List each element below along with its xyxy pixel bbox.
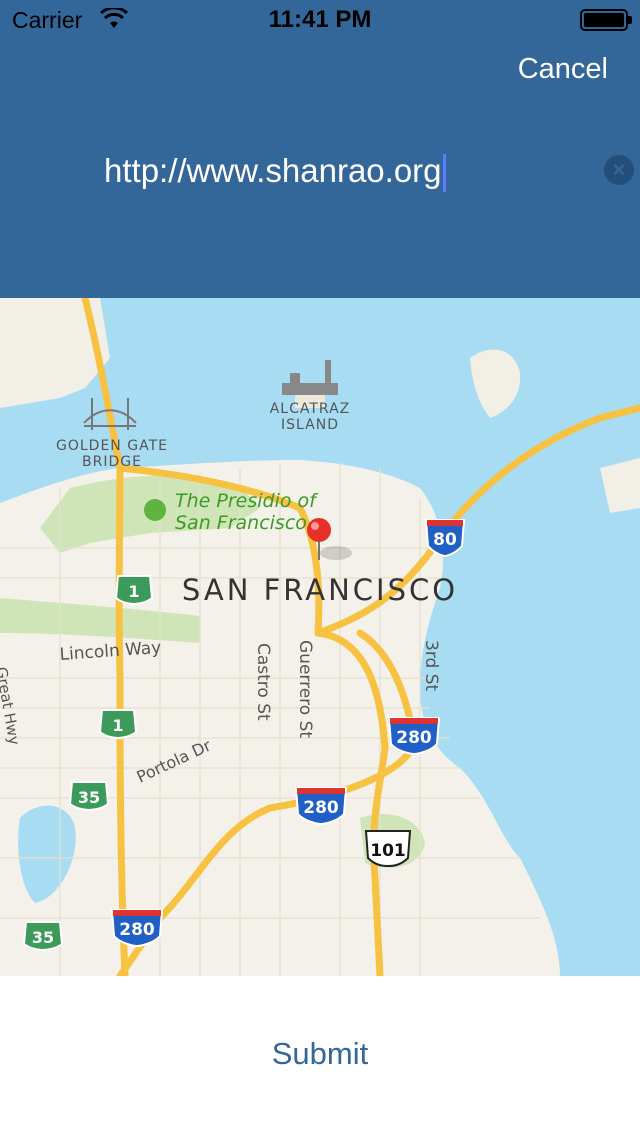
map-view[interactable]: GOLDEN GATE BRIDGE ALCATRAZ ISLAND The P… [0, 298, 640, 976]
shield-i80-label: 80 [433, 530, 457, 550]
east-bay [600, 458, 640, 513]
castro-st-label: Castro St [253, 643, 273, 721]
status-time: 11:41 PM [268, 6, 372, 33]
alcatraz-label-2: ISLAND [281, 417, 339, 433]
shield-ca35-b-label: 35 [32, 928, 54, 947]
third-st-label: 3rd St [421, 640, 441, 691]
shield-ca1-b: 1 [98, 709, 138, 740]
alcatraz-label-1: ALCATRAZ [270, 401, 351, 417]
shield-i280-c-label: 280 [119, 920, 155, 940]
shield-ca35-b: 35 [22, 921, 64, 952]
url-input[interactable]: http://www.shanrao.org [104, 148, 504, 194]
text-caret [442, 154, 446, 193]
treasure-island [470, 349, 521, 418]
shield-ca35-a-label: 35 [78, 788, 100, 807]
alcatraz-icon [282, 360, 338, 395]
marin-headlands [0, 298, 110, 408]
shield-ca1-b-label: 1 [112, 716, 123, 735]
park-tree-icon [144, 499, 166, 521]
url-input-value: http://www.shanrao.org [104, 152, 442, 189]
shield-i280-c: 280 [110, 909, 164, 948]
city-label: SAN FRANCISCO [182, 573, 458, 607]
shield-ca35-a: 35 [68, 781, 110, 812]
map-canvas: GOLDEN GATE BRIDGE ALCATRAZ ISLAND The P… [0, 298, 640, 976]
shield-i280-a-label: 280 [396, 728, 432, 748]
shield-us101: 101 [364, 830, 412, 868]
clear-text-icon[interactable]: × [604, 155, 634, 185]
shield-ca1-a-label: 1 [128, 582, 139, 601]
shield-ca1-a: 1 [114, 575, 154, 606]
status-bar: Carrier 11:41 PM [0, 0, 640, 40]
golden-gate-label-1: GOLDEN GATE [56, 438, 168, 454]
header-bar: Carrier 11:41 PM Cancel http://www.shanr… [0, 0, 640, 298]
battery-icon [580, 9, 632, 31]
presidio-label-1: The Presidio of [175, 490, 319, 512]
shield-i280-a: 280 [387, 717, 441, 756]
shield-i280-b: 280 [294, 787, 348, 826]
cancel-button[interactable]: Cancel [518, 53, 608, 86]
shield-us101-label: 101 [370, 841, 406, 861]
submit-button[interactable]: Submit [0, 1036, 640, 1072]
presidio-label-2: San Francisco [175, 512, 307, 534]
guerrero-st-label: Guerrero St [295, 640, 315, 738]
golden-gate-label-2: BRIDGE [82, 454, 142, 470]
shield-i80: 80 [424, 519, 466, 558]
shield-i280-b-label: 280 [303, 798, 339, 818]
